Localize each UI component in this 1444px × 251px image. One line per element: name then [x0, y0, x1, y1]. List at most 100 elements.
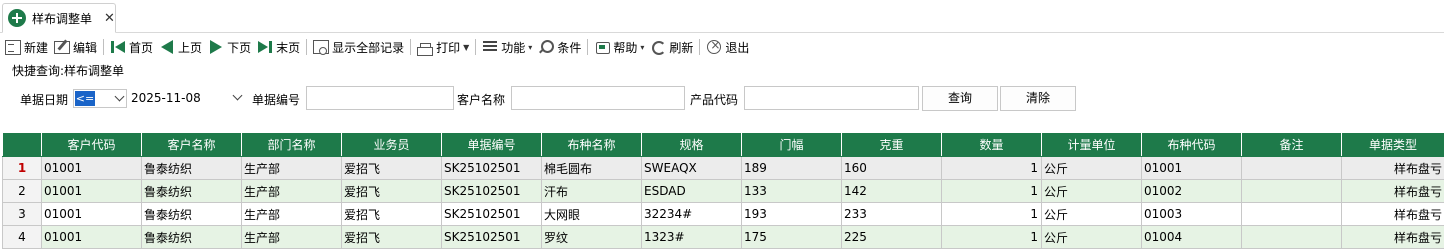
table-cell[interactable]: 193	[741, 202, 842, 226]
table-cell[interactable]: 生产部	[241, 179, 342, 203]
table-cell[interactable]: 225	[841, 225, 942, 249]
product-code-input[interactable]	[744, 86, 919, 110]
print-button[interactable]: 打印 ▼	[414, 36, 472, 58]
table-cell[interactable]: 01001	[41, 202, 142, 226]
next-page-button[interactable]: 下页	[205, 36, 254, 58]
chevron-down-icon: ▾	[640, 42, 645, 52]
table-cell[interactable]: 鲁泰纺织	[141, 156, 242, 180]
row-number: 3	[2, 202, 42, 226]
table-cell[interactable]: 罗纹	[541, 225, 642, 249]
print-label: 打印	[436, 40, 461, 55]
table-cell[interactable]: 01002	[1141, 179, 1242, 203]
prev-page-button[interactable]: 上页	[156, 36, 205, 58]
customer-name-input[interactable]	[511, 86, 685, 110]
table-cell[interactable]: 样布盘亏	[1341, 225, 1444, 249]
table-cell[interactable]: 175	[741, 225, 842, 249]
table-cell[interactable]: SK25102501	[441, 225, 542, 249]
column-header[interactable]: 部门名称	[241, 132, 342, 157]
table-cell[interactable]: 样布盘亏	[1341, 202, 1444, 226]
first-page-button[interactable]: 首页	[107, 36, 156, 58]
table-cell[interactable]: 公斤	[1041, 202, 1142, 226]
table-row[interactable]: 2 01001 鲁泰纺织 生产部 爱招飞 SK25102501 汗布 ESDAD…	[2, 179, 1444, 203]
column-header[interactable]: 业务员	[341, 132, 442, 157]
table-cell[interactable]	[1241, 179, 1342, 203]
data-grid: 客户代码 客户名称 部门名称 业务员 单据编号 布种名称 规格 门幅 克重 数量…	[2, 132, 1444, 249]
table-cell[interactable]: 生产部	[241, 156, 342, 180]
table-cell[interactable]: 1	[941, 179, 1042, 203]
table-cell[interactable]: 133	[741, 179, 842, 203]
column-header[interactable]: 布种名称	[541, 132, 642, 157]
condition-button[interactable]: 条件	[535, 36, 584, 58]
table-row[interactable]: 4 01001 鲁泰纺织 生产部 爱招飞 SK25102501 罗纹 1323#…	[2, 225, 1444, 249]
table-cell[interactable]: 01001	[1141, 156, 1242, 180]
table-cell[interactable]: 生产部	[241, 202, 342, 226]
table-cell[interactable]: 公斤	[1041, 179, 1142, 203]
table-cell[interactable]	[1241, 225, 1342, 249]
table-cell[interactable]: 32234#	[641, 202, 742, 226]
date-operator-select[interactable]: <=	[73, 89, 127, 108]
close-icon[interactable]: ✕	[104, 11, 115, 26]
table-cell[interactable]: 1	[941, 156, 1042, 180]
column-header[interactable]: 客户名称	[141, 132, 242, 157]
table-cell[interactable]: SWEAQX	[641, 156, 742, 180]
table-cell[interactable]: 1	[941, 225, 1042, 249]
clear-button[interactable]: 清除	[1000, 86, 1076, 111]
table-cell[interactable]	[1241, 202, 1342, 226]
table-cell[interactable]: 棉毛圆布	[541, 156, 642, 180]
table-row[interactable]: 3 01001 鲁泰纺织 生产部 爱招飞 SK25102501 大网眼 3223…	[2, 202, 1444, 226]
table-cell[interactable]: 01001	[41, 156, 142, 180]
table-cell[interactable]: 01001	[41, 225, 142, 249]
table-cell[interactable]: 189	[741, 156, 842, 180]
edit-button[interactable]: 编辑	[51, 36, 100, 58]
table-cell[interactable]: 样布盘亏	[1341, 156, 1444, 180]
last-page-button[interactable]: 末页	[254, 36, 303, 58]
column-header[interactable]: 门幅	[741, 132, 842, 157]
table-cell[interactable]: 样布盘亏	[1341, 179, 1444, 203]
table-cell[interactable]: 大网眼	[541, 202, 642, 226]
column-header[interactable]: 数量	[941, 132, 1042, 157]
table-cell[interactable]: 01003	[1141, 202, 1242, 226]
show-all-records-button[interactable]: 显示全部记录	[310, 36, 407, 58]
table-cell[interactable]: 鲁泰纺织	[141, 202, 242, 226]
column-header[interactable]: 克重	[841, 132, 942, 157]
query-button[interactable]: 查询	[922, 86, 998, 111]
table-cell[interactable]	[1241, 156, 1342, 180]
column-header[interactable]: 单据编号	[441, 132, 542, 157]
table-cell[interactable]: 鲁泰纺织	[141, 225, 242, 249]
table-cell[interactable]: 公斤	[1041, 156, 1142, 180]
table-cell[interactable]: SK25102501	[441, 202, 542, 226]
exit-button[interactable]: 退出	[703, 36, 752, 58]
column-header[interactable]: 规格	[641, 132, 742, 157]
table-cell[interactable]: ESDAD	[641, 179, 742, 203]
new-button[interactable]: 新建	[0, 36, 51, 58]
column-header[interactable]: 备注	[1241, 132, 1342, 157]
table-row[interactable]: 1 01001 鲁泰纺织 生产部 爱招飞 SK25102501 棉毛圆布 SWE…	[2, 156, 1444, 180]
column-header[interactable]: 客户代码	[41, 132, 142, 157]
table-cell[interactable]: 爱招飞	[341, 202, 442, 226]
refresh-button[interactable]: 刷新	[647, 36, 696, 58]
table-cell[interactable]: 汗布	[541, 179, 642, 203]
date-picker[interactable]: 2025-11-08	[128, 89, 248, 108]
table-cell[interactable]: 生产部	[241, 225, 342, 249]
table-cell[interactable]: 爱招飞	[341, 179, 442, 203]
column-header[interactable]: 布种代码	[1141, 132, 1242, 157]
table-cell[interactable]: 爱招飞	[341, 225, 442, 249]
table-cell[interactable]: 爱招飞	[341, 156, 442, 180]
column-header[interactable]: 计量单位	[1041, 132, 1142, 157]
doc-no-input[interactable]	[306, 86, 454, 110]
table-cell[interactable]: SK25102501	[441, 156, 542, 180]
column-header[interactable]: 单据类型	[1341, 132, 1444, 157]
table-cell[interactable]: 160	[841, 156, 942, 180]
table-cell[interactable]: 公斤	[1041, 225, 1142, 249]
table-cell[interactable]: 鲁泰纺织	[141, 179, 242, 203]
help-menu-button[interactable]: 帮助 ▾	[591, 36, 647, 58]
table-cell[interactable]: 233	[841, 202, 942, 226]
table-cell[interactable]: 1	[941, 202, 1042, 226]
tab-sample-fabric-adjustment[interactable]: 样布调整单 ✕	[2, 3, 116, 33]
table-cell[interactable]: SK25102501	[441, 179, 542, 203]
function-menu-button[interactable]: 功能 ▾	[479, 36, 535, 58]
table-cell[interactable]: 1323#	[641, 225, 742, 249]
table-cell[interactable]: 01004	[1141, 225, 1242, 249]
table-cell[interactable]: 142	[841, 179, 942, 203]
table-cell[interactable]: 01001	[41, 179, 142, 203]
